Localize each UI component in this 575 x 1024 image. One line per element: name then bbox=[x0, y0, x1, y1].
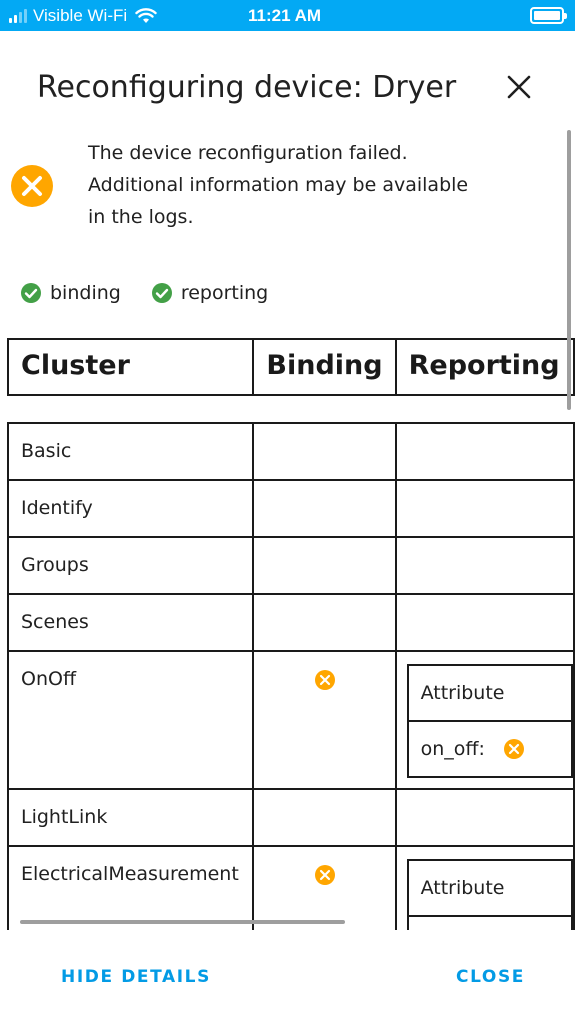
cluster-name: OnOff bbox=[6, 650, 255, 790]
attribute-table: Attribute on_off: bbox=[406, 664, 574, 778]
attribute-row bbox=[406, 915, 574, 930]
table-row: ElectricalMeasurement Attribute bbox=[6, 845, 575, 930]
binding-cell bbox=[252, 479, 397, 538]
binding-cell bbox=[252, 650, 397, 790]
reporting-cell bbox=[394, 479, 575, 538]
cluster-name: ElectricalMeasurement bbox=[6, 845, 255, 930]
cluster-name: Basic bbox=[6, 422, 255, 481]
attribute-table: Attribute bbox=[406, 859, 574, 930]
vertical-scrollbar[interactable] bbox=[567, 130, 571, 410]
attribute-header: Attribute bbox=[406, 664, 574, 722]
reporting-cell: Attribute bbox=[394, 845, 575, 930]
attribute-row: on_off: bbox=[406, 720, 574, 778]
table-row: Groups bbox=[6, 536, 575, 595]
header-binding: Binding bbox=[252, 338, 397, 396]
close-button[interactable]: CLOSE bbox=[456, 967, 525, 987]
horizontal-scrollbar[interactable] bbox=[20, 920, 345, 924]
table-header-row: Cluster Binding Reporting bbox=[6, 338, 575, 396]
error-icon bbox=[314, 865, 335, 885]
reporting-cell bbox=[394, 788, 575, 847]
table-row: Scenes bbox=[6, 593, 575, 652]
binding-cell bbox=[252, 422, 397, 481]
error-icon bbox=[314, 670, 335, 690]
reporting-cell bbox=[394, 422, 575, 481]
binding-cell bbox=[252, 536, 397, 595]
binding-cell bbox=[252, 845, 397, 930]
binding-cell bbox=[252, 788, 397, 847]
header-reporting: Reporting bbox=[394, 338, 575, 396]
reporting-cell bbox=[394, 536, 575, 595]
table-row: Basic bbox=[6, 422, 575, 481]
error-icon bbox=[503, 739, 524, 759]
cluster-name: Scenes bbox=[6, 593, 255, 652]
reporting-cell: Attribute on_off: bbox=[394, 650, 575, 790]
cluster-name: LightLink bbox=[6, 788, 255, 847]
hide-details-button[interactable]: HIDE DETAILS bbox=[61, 967, 211, 987]
cluster-name: Identify bbox=[6, 479, 255, 538]
attribute-header: Attribute bbox=[406, 859, 574, 917]
binding-cell bbox=[252, 593, 397, 652]
table-row: OnOff Attribute on_off: bbox=[6, 650, 575, 790]
attribute-name: on_off: bbox=[420, 738, 485, 760]
reporting-cell bbox=[394, 593, 575, 652]
header-cluster: Cluster bbox=[6, 338, 255, 396]
table-scroll-area[interactable]: Cluster Binding Reporting Basic Identify… bbox=[0, 0, 575, 930]
cluster-table: Cluster Binding Reporting Basic Identify… bbox=[6, 338, 575, 930]
cluster-name: Groups bbox=[6, 536, 255, 595]
table-spacer bbox=[8, 395, 574, 423]
table-row: LightLink bbox=[6, 788, 575, 847]
table-row: Identify bbox=[6, 479, 575, 538]
